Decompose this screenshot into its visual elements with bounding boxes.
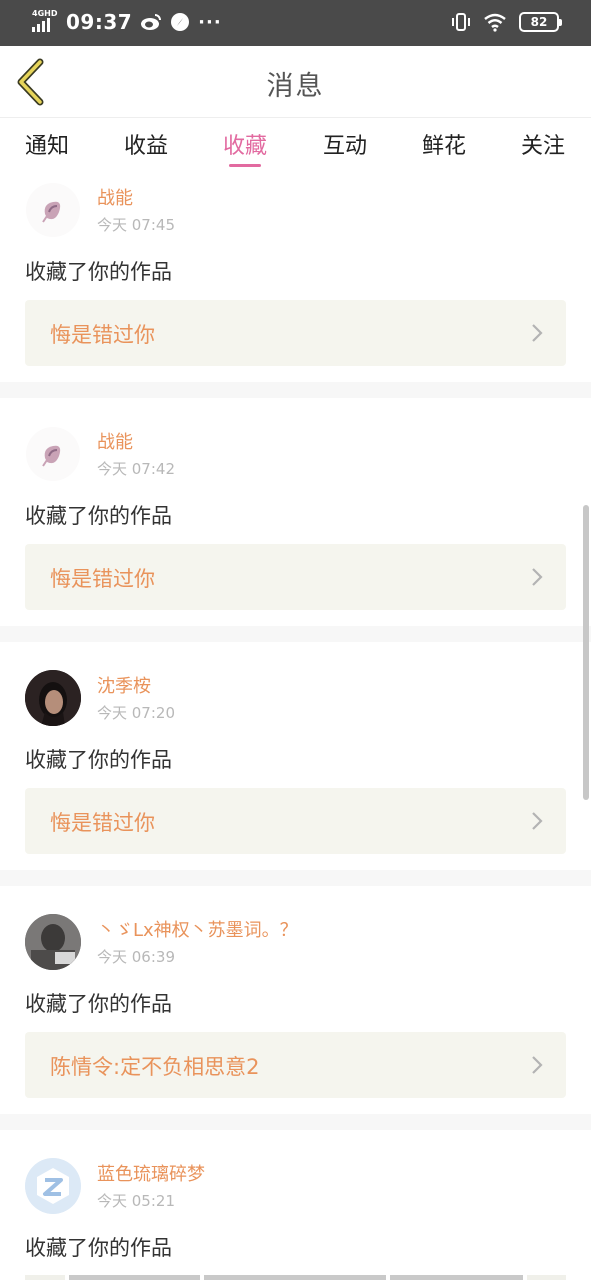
timestamp: 今天 07:45 [97, 216, 175, 234]
chevron-right-icon [532, 1056, 543, 1074]
tab-interactions[interactable]: 互动 [310, 128, 380, 160]
action-text: 收藏了你的作品 [25, 992, 172, 1016]
page-title: 消息 [266, 71, 325, 102]
divider [0, 1114, 591, 1130]
vibrate-icon [452, 13, 470, 31]
wifi-icon [484, 13, 506, 32]
clock: 09:37 [66, 10, 133, 34]
work-title: 陈情令:定不负相思意2 [50, 1055, 260, 1079]
list-item: 丶ゞLx神权丶苏墨词。？ 今天 06:39 收藏了你的作品 陈情令:定不负相思意… [0, 886, 591, 1114]
divider [0, 382, 591, 398]
status-bar: 4GHD 09:37 ··· 82 [0, 0, 591, 46]
action-text: 收藏了你的作品 [25, 260, 172, 284]
timestamp: 今天 05:21 [97, 1192, 175, 1210]
compass-app-icon [171, 13, 190, 31]
avatar[interactable] [25, 670, 81, 726]
work-title: 悔是错过你 [50, 811, 155, 835]
weibo-icon [141, 14, 162, 30]
list-item: 战能 今天 07:42 收藏了你的作品 悔是错过你 [0, 398, 591, 626]
tab-flowers[interactable]: 鲜花 [409, 128, 479, 160]
avatar[interactable] [25, 1158, 81, 1214]
battery-icon: 82 [519, 12, 562, 32]
scrollbar[interactable] [583, 505, 589, 800]
action-text: 收藏了你的作品 [25, 504, 172, 528]
list-item: 沈季桉 今天 07:20 收藏了你的作品 悔是错过你 [0, 642, 591, 870]
divider [0, 870, 591, 886]
timestamp: 今天 06:39 [97, 948, 175, 966]
work-link[interactable]: 悔是错过你 [25, 544, 566, 610]
action-text: 收藏了你的作品 [25, 748, 172, 772]
chevron-right-icon [532, 568, 543, 586]
timestamp: 今天 07:20 [97, 704, 175, 722]
avatar[interactable] [25, 914, 81, 970]
work-title: 悔是错过你 [50, 323, 155, 347]
username[interactable]: 蓝色琉璃碎梦 [97, 1160, 205, 1186]
cellular-signal-icon: 4GHD [32, 10, 58, 34]
more-notifications-indicator: ··· [198, 11, 222, 33]
avatar[interactable] [25, 426, 81, 482]
work-title: 悔是错过你 [50, 567, 155, 591]
chevron-right-icon [532, 812, 543, 830]
work-link[interactable]: 悔是错过你 [25, 300, 566, 366]
active-tab-indicator [229, 164, 261, 167]
username[interactable]: 沈季桉 [97, 672, 151, 698]
tab-earnings[interactable]: 收益 [111, 128, 181, 160]
timestamp: 今天 07:42 [97, 460, 175, 478]
tab-follows[interactable]: 关注 [508, 128, 578, 160]
divider [0, 626, 591, 642]
list-item: 战能 今天 07:45 收藏了你的作品 悔是错过你 [0, 172, 591, 382]
top-nav-bar: 消息 [0, 46, 591, 118]
message-list: 战能 今天 07:45 收藏了你的作品 悔是错过你 战能 今天 07:42 收藏… [0, 172, 591, 1280]
network-type: 4GHD [32, 9, 58, 18]
tab-notifications[interactable]: 通知 [12, 128, 82, 160]
username[interactable]: 战能 [97, 184, 133, 210]
action-text: 收藏了你的作品 [25, 1236, 172, 1260]
tab-favorites[interactable]: 收藏 [210, 128, 280, 160]
avatar[interactable] [25, 182, 81, 238]
battery-level: 82 [530, 15, 548, 29]
category-tabs: 通知 收益 收藏 互动 鲜花 关注 [0, 118, 591, 172]
list-item: 蓝色琉璃碎梦 今天 05:21 收藏了你的作品 [0, 1130, 591, 1280]
work-link[interactable]: 悔是错过你 [25, 788, 566, 854]
work-link[interactable]: 陈情令:定不负相思意2 [25, 1032, 566, 1098]
next-work-box-edge [25, 1275, 566, 1280]
username[interactable]: 战能 [97, 428, 133, 454]
username[interactable]: 丶ゞLx神权丶苏墨词。？ [97, 916, 298, 942]
chevron-right-icon [532, 324, 543, 342]
